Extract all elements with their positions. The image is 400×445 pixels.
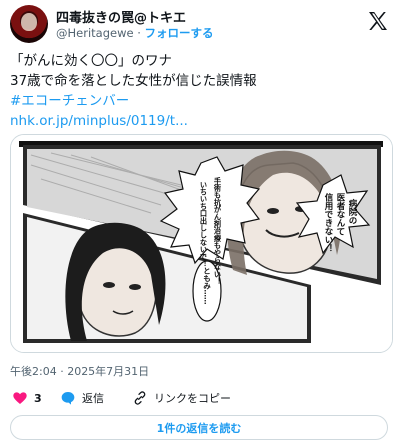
x-logo-icon[interactable]	[366, 9, 390, 33]
author-handle-row: @Heritagewe · フォローする	[56, 25, 214, 41]
like-count: 3	[34, 391, 42, 405]
bubble-doctor-col-3: 信用できない！	[323, 192, 334, 252]
follow-button[interactable]: フォローする	[145, 26, 214, 40]
bubble-treatment-col-2: いちいち口出ししないで！	[200, 181, 209, 268]
like-button[interactable]: 3	[12, 388, 42, 408]
post-timestamp[interactable]: 午後2:04 · 2025年7月31日	[10, 363, 149, 379]
heart-icon	[13, 392, 27, 404]
bubble-treatment-col-1: 手術も抗がん剤治療もやらない！	[213, 176, 222, 285]
article-link[interactable]: nhk.or.jp/minplus/0119/t...	[10, 111, 390, 131]
bubble-doctor-col-2: 医者なんて	[335, 193, 346, 236]
manga-image[interactable]: 病院の 医者なんて 信用できない！ 手術も抗がん剤治療もやらない！ いちいち口出…	[10, 134, 393, 353]
link-icon	[134, 391, 146, 405]
copy-link-label: リンクをコピー	[154, 392, 231, 405]
author-handle[interactable]: @Heritagewe	[56, 26, 134, 40]
reply-icon	[61, 392, 75, 405]
author-name[interactable]: 四毒抜きの罠@トキエ	[56, 7, 186, 26]
reply-button[interactable]: 返信	[60, 388, 104, 408]
copy-link-button[interactable]: リンクをコピー	[132, 388, 231, 408]
handle-separator: ·	[137, 26, 141, 40]
post-header: 四毒抜きの罠@トキエ @Heritagewe · フォローする	[10, 5, 390, 45]
action-bar: 3 返信 リンクをコピー	[10, 388, 390, 408]
reply-label: 返信	[82, 392, 104, 405]
bubble-tomomi: ともみ……	[202, 267, 211, 305]
bubble-doctor-col-1: 病院の	[347, 198, 357, 224]
post-line-2: 37歳で命を落とした女性が信じた誤情報	[10, 73, 257, 89]
avatar[interactable]	[10, 5, 48, 43]
read-replies-button[interactable]: 1件の返信を読む	[10, 415, 388, 440]
post-line-1: 「がんに効く〇〇」のワナ	[10, 53, 172, 69]
hashtag-link[interactable]: #エコーチェンバー	[10, 91, 390, 111]
post-text: 「がんに効く〇〇」のワナ 37歳で命を落とした女性が信じた誤情報 #エコーチェン…	[10, 51, 390, 131]
